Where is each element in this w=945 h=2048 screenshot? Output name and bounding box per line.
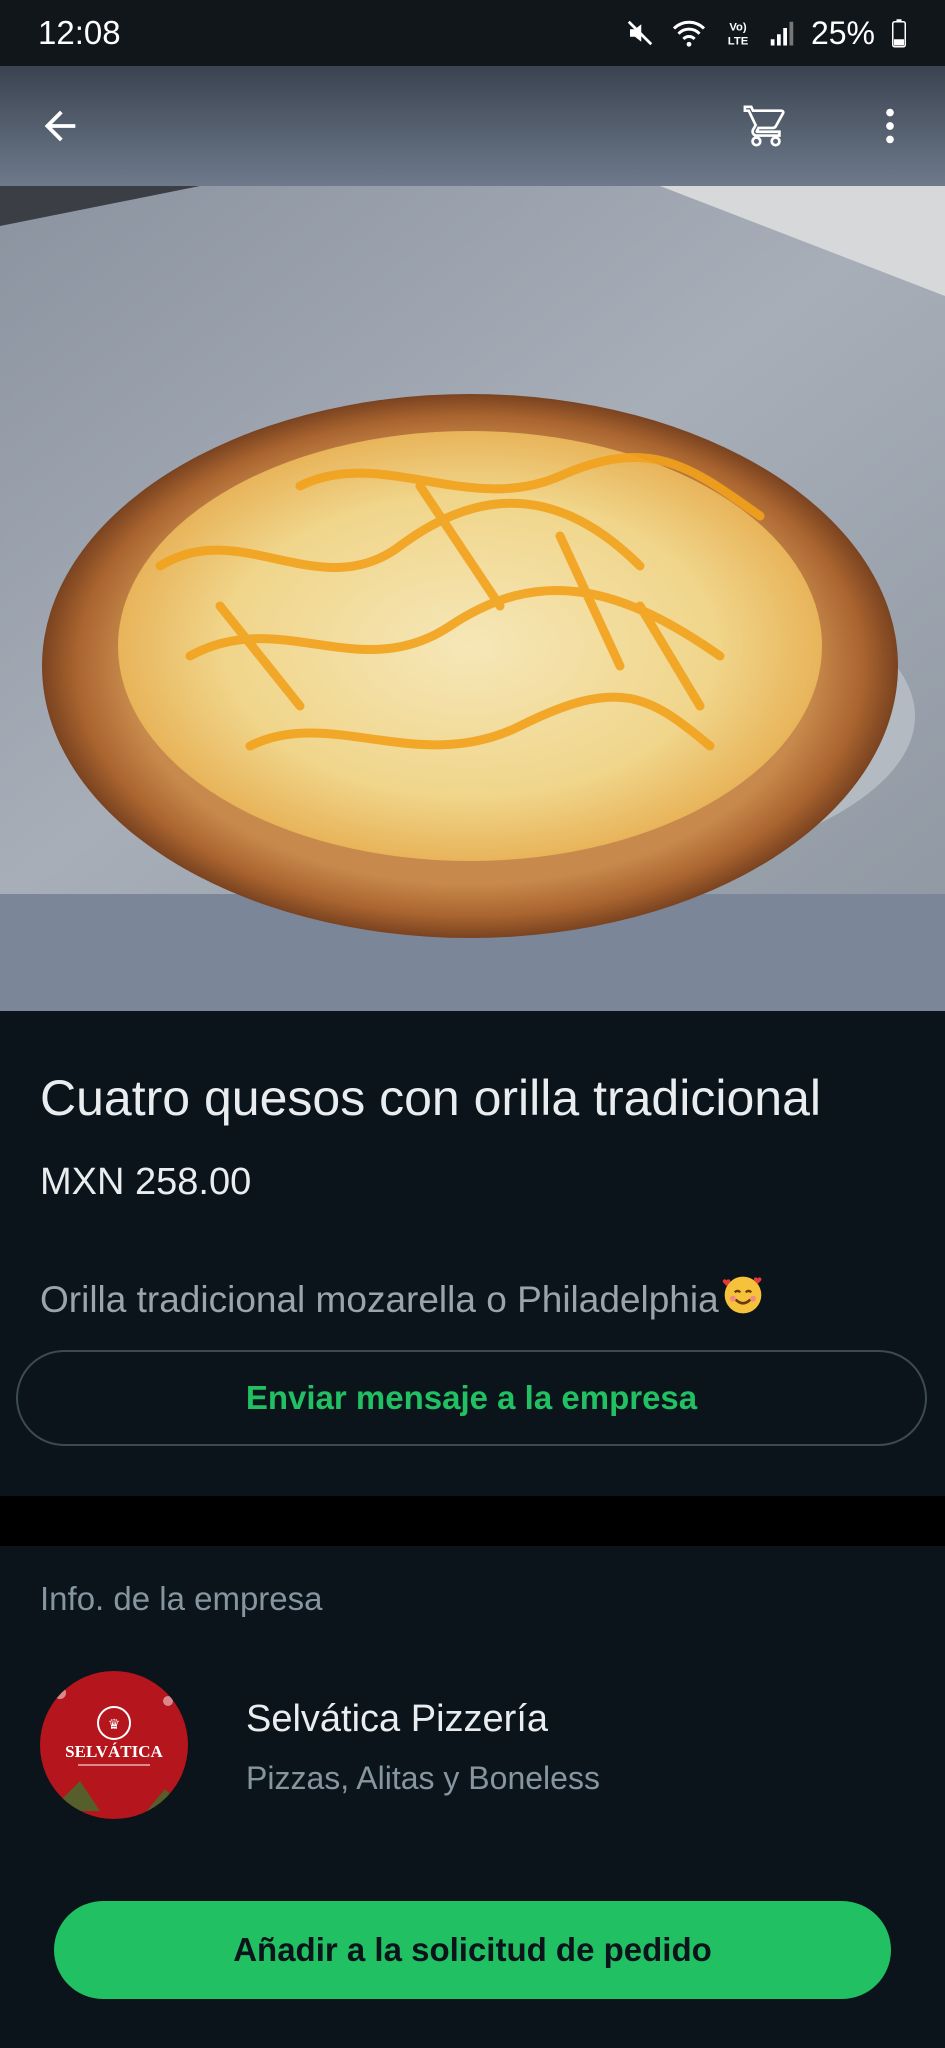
status-icons: Vo) LTE 25% bbox=[625, 15, 907, 52]
product-image[interactable] bbox=[0, 186, 945, 1011]
business-name: Selvática Pizzería bbox=[246, 1698, 549, 1740]
more-vert-icon bbox=[886, 108, 894, 144]
product-details: Cuatro quesos con orilla tradicional MXN… bbox=[0, 1011, 945, 1496]
status-time: 12:08 bbox=[38, 14, 121, 51]
business-section-title: Info. de la empresa bbox=[40, 1580, 323, 1617]
avatar-logo-text: SELVÁTICA bbox=[65, 1742, 163, 1761]
pizza-photo bbox=[0, 186, 945, 1011]
svg-text:Vo): Vo) bbox=[729, 22, 747, 34]
product-price: MXN 258.00 bbox=[40, 1161, 252, 1203]
back-arrow-icon bbox=[44, 110, 76, 142]
section-divider bbox=[0, 1496, 945, 1546]
cart-button[interactable] bbox=[734, 94, 798, 158]
more-options-button[interactable] bbox=[858, 94, 922, 158]
status-bar: 12:08 Vo) LTE 25% bbox=[0, 0, 945, 66]
business-category: Pizzas, Alitas y Boneless bbox=[246, 1760, 600, 1796]
business-avatar[interactable]: ♛ SELVÁTICA bbox=[40, 1671, 188, 1819]
svg-text:♛: ♛ bbox=[108, 1718, 121, 1733]
signal-icon bbox=[769, 18, 795, 48]
product-title: Cuatro quesos con orilla tradicional bbox=[40, 1070, 821, 1126]
product-description: Orilla tradicional mozarella o Philadelp… bbox=[40, 1273, 765, 1326]
volte-icon: Vo) LTE bbox=[723, 18, 753, 48]
add-to-order-button[interactable]: Añadir a la solicitud de pedido bbox=[54, 1901, 891, 1999]
smiling-face-with-hearts-icon bbox=[721, 1273, 765, 1326]
wifi-icon bbox=[671, 18, 707, 48]
message-business-button[interactable]: Enviar mensaje a la empresa bbox=[16, 1350, 927, 1446]
business-info: Info. de la empresa ♛ SELVÁTICA Selvátic… bbox=[0, 1546, 945, 2048]
cart-icon bbox=[743, 105, 785, 147]
battery-percent: 25% bbox=[810, 14, 875, 51]
app-bar bbox=[0, 66, 945, 186]
mute-icon bbox=[625, 18, 655, 48]
svg-text:LTE: LTE bbox=[728, 35, 749, 47]
back-button[interactable] bbox=[28, 94, 92, 158]
product-description-text: Orilla tradicional mozarella o Philadelp… bbox=[40, 1278, 719, 1320]
battery-icon bbox=[891, 18, 907, 48]
